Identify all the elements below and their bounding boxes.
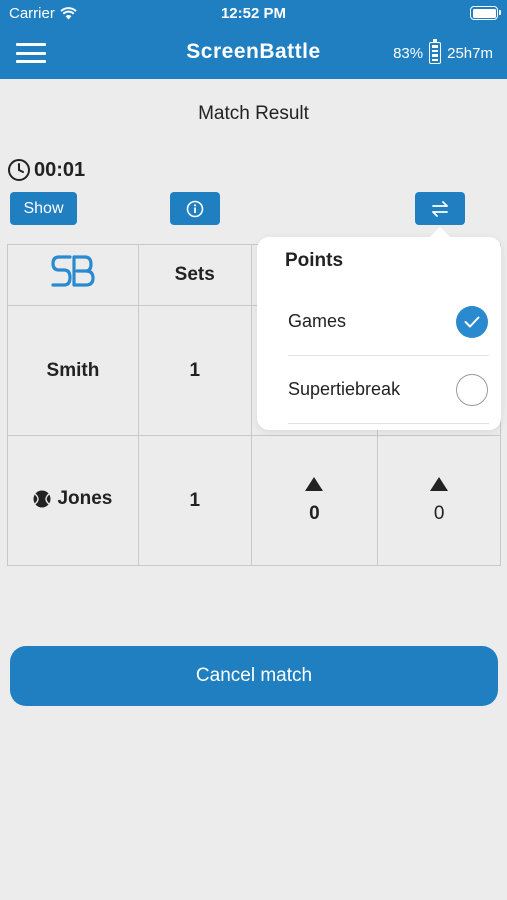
score-value: 0 [309,502,320,524]
info-button[interactable] [170,192,220,225]
clock-icon [8,159,30,181]
score-cell[interactable]: 0 [377,435,501,566]
score-value: 0 [433,502,445,524]
device-battery-status: 83% 25h7m [393,39,493,64]
player-cell: Smith [7,305,139,436]
screenbattle-logo [51,255,95,287]
show-button-label: Show [23,199,64,217]
top-bar: Carrier 12:52 PM ScreenBattle 83% 25h7m [0,0,507,79]
sets-header: Sets [137,244,252,306]
increment-arrow-icon[interactable] [305,476,324,491]
battery-time: 25h7m [447,44,493,62]
option-label: Supertiebreak [288,379,401,399]
option-games[interactable]: Games [288,288,489,356]
tennis-ball-icon [33,490,51,507]
increment-arrow-icon[interactable] [430,476,449,491]
player-cell: Jones [7,435,139,566]
info-icon [186,200,204,217]
cancel-match-label: Cancel match [195,665,313,686]
sets-cell: 1 [137,435,252,566]
table-row: Jones 1 0 0 [7,435,501,566]
popover-title: Points [285,250,344,271]
cancel-match-button[interactable]: Cancel match [10,646,498,706]
checkmark-icon[interactable] [456,305,488,338]
show-button[interactable]: Show [10,192,77,225]
option-label: Games [288,311,347,331]
page-title: Match Result [198,103,309,124]
swap-arrows-icon [432,200,448,217]
sets-cell: 1 [137,305,252,436]
swap-button[interactable] [415,192,465,225]
score-cell[interactable]: 0 [250,435,379,566]
match-timer: 00:01 [7,158,85,182]
battery-percent: 83% [393,44,424,62]
player-name: Smith [46,359,100,381]
status-bar: Carrier 12:52 PM [0,0,507,28]
device-battery-icon [429,39,442,64]
navbar: ScreenBattle 83% 25h7m [0,28,507,79]
points-popover: Points Games Supertiebreak [257,227,501,430]
player-name: Jones [57,487,113,509]
logo-cell [7,244,139,306]
status-time: 12:52 PM [220,5,287,22]
timer-value: 00:01 [34,158,86,181]
status-battery-icon [470,6,501,20]
option-supertiebreak[interactable]: Supertiebreak [288,356,489,424]
radio-empty-icon[interactable] [456,373,488,406]
